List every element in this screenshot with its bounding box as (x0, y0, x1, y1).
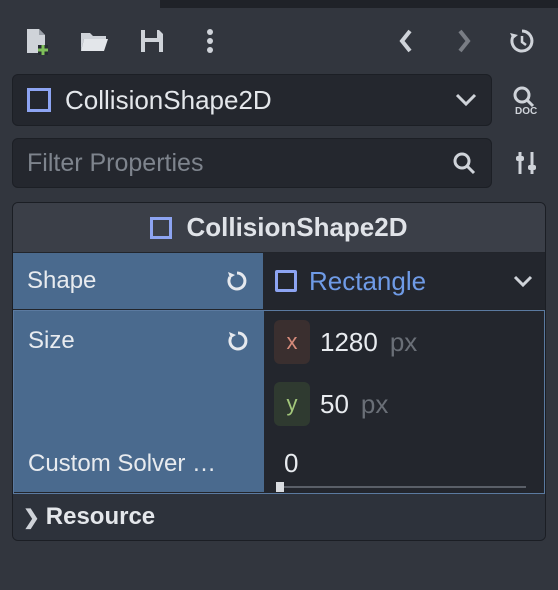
property-custom-solver-label[interactable]: Custom Solver … (14, 435, 264, 492)
property-custom-solver-value[interactable]: 0 (264, 435, 544, 492)
reset-icon[interactable] (225, 269, 249, 293)
rectangle-shape-icon (275, 270, 297, 292)
extra-menu-button[interactable] (190, 21, 230, 61)
property-tools-button[interactable] (506, 143, 546, 183)
node-select-dropdown[interactable]: CollisionShape2D (12, 74, 492, 126)
history-button[interactable] (502, 21, 542, 61)
property-size-label[interactable]: Size (14, 311, 264, 435)
tab-active[interactable] (0, 0, 160, 8)
tab-inactive-area[interactable] (160, 0, 558, 8)
inspector-body: CollisionShape2D Shape Rectangle (12, 202, 546, 541)
reset-icon[interactable] (226, 329, 250, 353)
size-y-row: y 50 px (264, 373, 544, 435)
collisionshape2d-icon (27, 88, 51, 112)
section-title: CollisionShape2D (186, 212, 407, 243)
chevron-right-icon (457, 29, 471, 53)
inspector-toolbar (10, 8, 548, 74)
doc-search-icon: DOC (510, 84, 542, 116)
save-icon (139, 28, 165, 54)
tab-strip (0, 0, 558, 8)
history-next-button[interactable] (444, 21, 484, 61)
history-icon (508, 27, 536, 55)
svg-text:DOC: DOC (515, 106, 537, 116)
size-x-input[interactable]: 1280 px (320, 327, 534, 358)
slider-thumb[interactable] (276, 482, 284, 492)
property-shape-label[interactable]: Shape (13, 253, 263, 309)
sliders-icon (512, 149, 540, 177)
folder-open-icon (79, 29, 109, 53)
filter-properties-field[interactable] (12, 138, 492, 188)
slider-track[interactable] (278, 486, 526, 488)
chevron-right-icon: ❯ (23, 505, 40, 530)
kebab-menu-icon (206, 28, 214, 54)
size-y-input[interactable]: 50 px (320, 389, 534, 420)
save-resource-button[interactable] (132, 21, 172, 61)
section-header[interactable]: CollisionShape2D (13, 203, 545, 253)
shape-value-text: Rectangle (309, 266, 501, 297)
resource-label: Resource (46, 503, 155, 531)
collisionshape2d-icon (150, 217, 172, 239)
property-shape-value[interactable]: Rectangle (263, 253, 545, 309)
axis-y-badge: y (274, 382, 310, 426)
axis-x-badge: x (274, 320, 310, 364)
chevron-down-icon (455, 93, 477, 107)
node-name-label: CollisionShape2D (65, 85, 441, 116)
filter-properties-input[interactable] (27, 149, 441, 178)
size-x-row: x 1280 px (264, 311, 544, 373)
new-file-icon (24, 27, 48, 55)
search-icon (451, 150, 477, 176)
chevron-down-icon (513, 275, 533, 287)
property-size-block: Size x 1280 px (13, 310, 545, 494)
open-resource-button[interactable] (74, 21, 114, 61)
chevron-left-icon (399, 29, 413, 53)
property-shape: Shape Rectangle (13, 253, 545, 310)
new-resource-button[interactable] (16, 21, 56, 61)
resource-section-toggle[interactable]: ❯ Resource (13, 494, 545, 540)
property-custom-solver: Custom Solver … 0 (14, 435, 544, 493)
open-docs-button[interactable]: DOC (506, 80, 546, 120)
history-prev-button[interactable] (386, 21, 426, 61)
